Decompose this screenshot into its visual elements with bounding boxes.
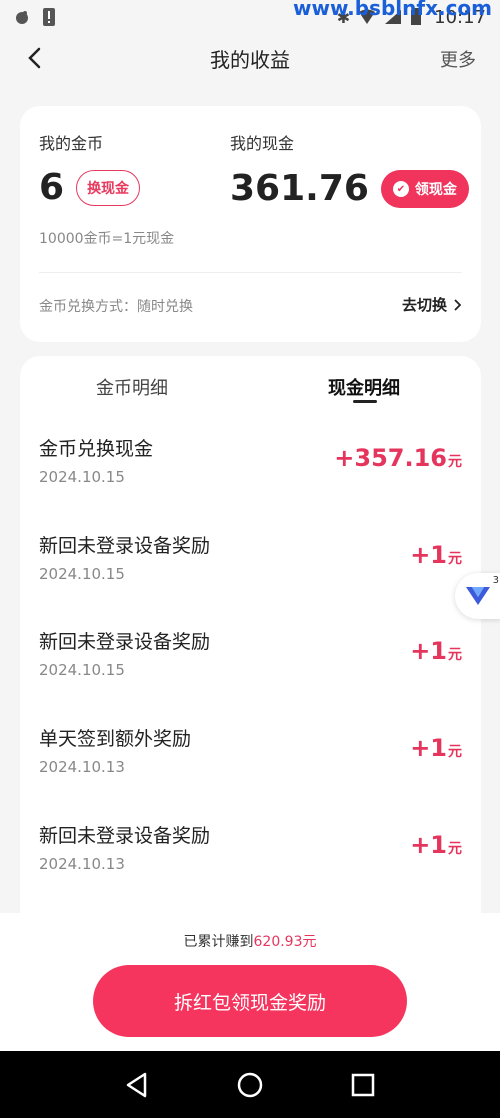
transaction-item[interactable]: 新回未登录设备奖励 2024.10.15 +1 元 xyxy=(20,531,481,628)
check-coin-icon: ✔ xyxy=(392,181,409,197)
nav-home-button[interactable] xyxy=(235,1070,265,1100)
transaction-item[interactable]: 新回未登录设备奖励 2024.10.15 +1 元 xyxy=(20,627,481,724)
v-logo-icon xyxy=(466,587,490,605)
exchange-rate-text: 10000金币=1元现金 xyxy=(39,231,175,247)
transaction-amount-value: +1 xyxy=(410,831,447,859)
more-button[interactable]: 更多 xyxy=(440,46,476,72)
cash-label: 我的现金 xyxy=(230,134,295,153)
bottom-action-panel: 已累计赚到620.93元 拆红包领现金奖励 xyxy=(0,913,500,1051)
earnings-summary-card: 我的金币 6 换现金 我的现金 361.76 ✔ 领现金 10000金币=1元现… xyxy=(20,106,481,342)
total-earned-value: 620.93元 xyxy=(253,934,317,950)
transaction-amount-unit: 元 xyxy=(448,841,462,857)
active-tab-indicator xyxy=(353,400,377,403)
transaction-item[interactable]: 金币兑换现金 2024.10.15 +357.16 元 xyxy=(20,434,481,531)
transaction-amount: +1 元 xyxy=(410,831,462,859)
tab-coin-detail[interactable]: 金币明细 xyxy=(96,374,168,400)
detail-tabs: 金币明细 现金明细 xyxy=(20,356,481,420)
transaction-amount: +1 元 xyxy=(410,637,462,665)
coin-section: 我的金币 6 换现金 xyxy=(39,130,141,208)
transaction-amount-value: +1 xyxy=(410,541,447,569)
floating-widget-count: 3 xyxy=(492,575,499,586)
coin-balance: 6 xyxy=(39,167,65,208)
square-recents-icon xyxy=(352,1073,375,1096)
withdraw-cash-label: 领现金 xyxy=(414,182,457,198)
nav-back-button[interactable] xyxy=(122,1070,152,1100)
transaction-amount-unit: 元 xyxy=(448,647,462,663)
watermark: www.bsblnfx.com xyxy=(292,0,492,20)
page-title: 我的收益 xyxy=(210,47,290,72)
cash-balance: 361.76 xyxy=(230,168,369,209)
transaction-title: 新回未登录设备奖励 xyxy=(39,825,211,847)
transaction-item[interactable]: 单天签到额外奖励 2024.10.13 +1 元 xyxy=(20,724,481,821)
back-button[interactable] xyxy=(20,44,48,72)
system-nav-bar xyxy=(0,1051,500,1118)
switch-method-link[interactable]: 去切换 xyxy=(402,294,461,315)
chevron-right-icon xyxy=(454,298,461,311)
transaction-amount-value: +1 xyxy=(410,637,447,665)
transaction-amount-unit: 元 xyxy=(448,454,462,470)
coin-label: 我的金币 xyxy=(39,134,104,153)
transaction-title: 金币兑换现金 xyxy=(39,438,154,460)
transaction-title: 新回未登录设备奖励 xyxy=(39,535,211,557)
divider xyxy=(39,272,462,273)
chevron-left-icon xyxy=(28,47,41,69)
transaction-date: 2024.10.15 xyxy=(39,661,125,679)
transaction-title: 新回未登录设备奖励 xyxy=(39,631,211,653)
nav-recents-button[interactable] xyxy=(348,1070,378,1100)
transaction-amount: +1 元 xyxy=(410,541,462,569)
total-earned-text: 已累计赚到620.93元 xyxy=(0,931,500,951)
transaction-amount: +1 元 xyxy=(410,734,462,762)
transaction-amount-unit: 元 xyxy=(448,744,462,760)
floating-widget-button[interactable]: 3 xyxy=(455,573,500,619)
open-red-packet-button[interactable]: 拆红包领现金奖励 xyxy=(93,965,407,1037)
transaction-amount-value: +1 xyxy=(410,734,447,762)
transaction-date: 2024.10.15 xyxy=(39,565,125,583)
withdraw-cash-button[interactable]: ✔ 领现金 xyxy=(380,170,469,208)
circle-home-icon xyxy=(237,1072,263,1097)
tab-cash-detail[interactable]: 现金明细 xyxy=(328,374,400,400)
alert-icon xyxy=(43,8,55,26)
transaction-date: 2024.10.13 xyxy=(39,758,125,776)
status-bar: ✱ 10:17 www.bsblnfx.com xyxy=(0,0,500,34)
exchange-cash-button[interactable]: 换现金 xyxy=(76,170,141,206)
app-notification-icon xyxy=(16,11,28,24)
transaction-item[interactable]: 新回未登录设备奖励 2024.10.13 +1 元 xyxy=(20,821,481,918)
transaction-title: 单天签到额外奖励 xyxy=(39,728,192,750)
exchange-method-text: 金币兑换方式：随时兑换 xyxy=(39,299,193,315)
status-left-icons xyxy=(14,7,56,27)
transaction-date: 2024.10.13 xyxy=(39,855,125,873)
page-header: 我的收益 更多 xyxy=(0,34,500,82)
triangle-back-icon xyxy=(126,1072,146,1097)
transaction-amount: +357.16 元 xyxy=(334,444,462,472)
transaction-detail-card: 金币明细 现金明细 金币兑换现金 2024.10.15 +357.16 元 新回… xyxy=(20,356,481,956)
transaction-date: 2024.10.15 xyxy=(39,468,125,486)
cash-section: 我的现金 361.76 ✔ 领现金 xyxy=(230,130,469,208)
transaction-amount-value: +357.16 xyxy=(334,444,447,472)
total-earned-prefix: 已累计赚到 xyxy=(183,934,254,950)
transaction-amount-unit: 元 xyxy=(448,551,462,567)
switch-method-label: 去切换 xyxy=(401,296,447,314)
